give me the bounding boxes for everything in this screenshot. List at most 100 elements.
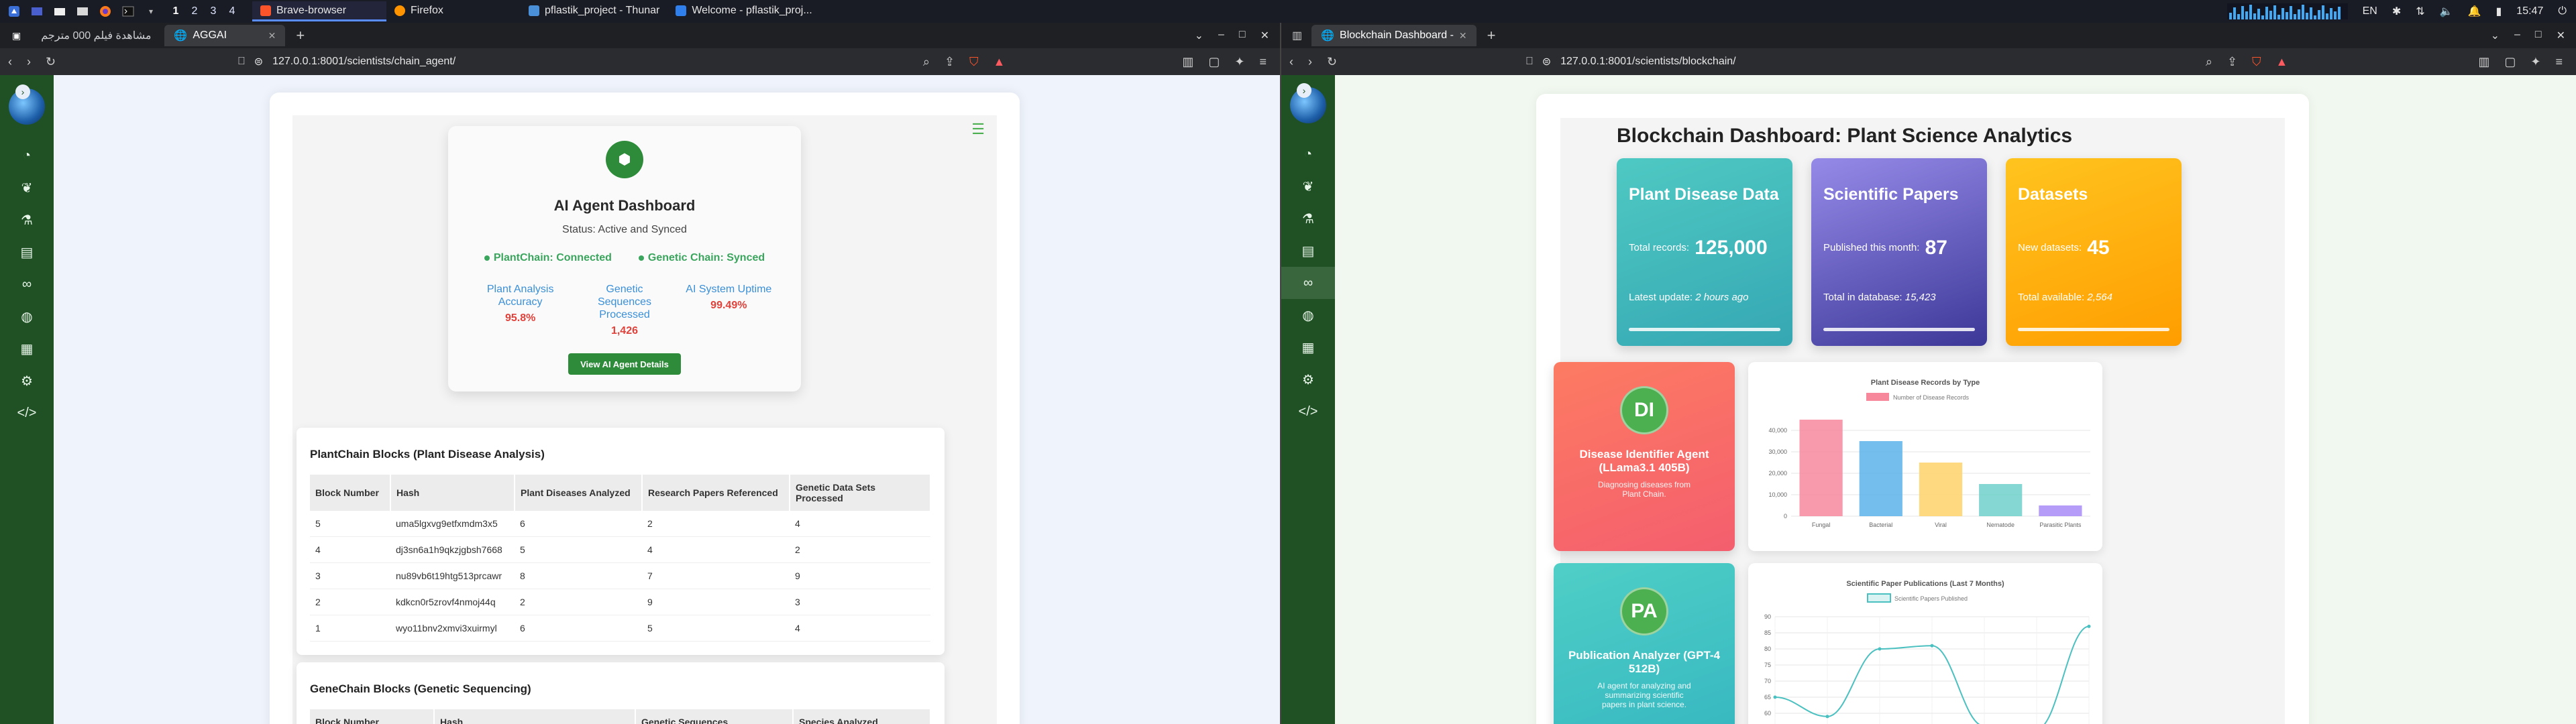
chevron-down-icon[interactable]: ▾ [142, 4, 160, 19]
sidebar-toggle-icon[interactable]: ▥ [2478, 55, 2489, 69]
clock[interactable]: 15:47 [2516, 5, 2543, 17]
task-firefox[interactable]: Firefox [386, 1, 521, 21]
workspace-2[interactable]: 2 [185, 5, 204, 17]
cell: 5 [310, 511, 390, 537]
brave-shield-icon[interactable]: ⛉ [2252, 55, 2261, 69]
firefox-launcher-icon[interactable] [97, 4, 114, 19]
cell: 5 [642, 615, 790, 642]
files-icon[interactable] [74, 4, 91, 19]
zoom-icon[interactable]: ⌕ [2206, 55, 2212, 69]
language-indicator[interactable]: EN [2363, 5, 2377, 17]
agent-card-publication-analyzer[interactable]: PA Publication Analyzer (GPT-4 512B) AI … [1554, 563, 1735, 724]
bookmark-icon[interactable]: ⎕ [1526, 56, 1533, 68]
network-icon[interactable]: ⇅ [2416, 5, 2424, 18]
code-icon[interactable]: </> [1281, 396, 1335, 428]
book-icon[interactable]: ▤ [0, 236, 54, 268]
plant-icon[interactable]: ❦ [1281, 170, 1335, 202]
close-tab-icon[interactable]: ✕ [268, 30, 276, 42]
task-brave[interactable]: Brave-browser [252, 1, 386, 21]
plant-icon[interactable]: ❦ [0, 172, 54, 204]
y-tick-label: 85 [1764, 629, 1771, 636]
workspace-3[interactable]: 3 [204, 5, 223, 17]
share-icon[interactable]: ⇪ [2227, 55, 2237, 69]
sidebar-toggle-icon[interactable]: › [1297, 83, 1311, 98]
tab-blockchain[interactable]: 🌐 Blockchain Dashboard - ✕ [1311, 25, 1477, 46]
bluetooth-icon[interactable]: ✱ [2392, 5, 2401, 18]
book-icon[interactable]: ▤ [1281, 235, 1335, 267]
notification-bell-icon[interactable]: 🔔 [2468, 5, 2481, 18]
reload-icon[interactable]: ↻ [46, 55, 56, 69]
code-icon[interactable]: </> [0, 397, 54, 429]
link-icon[interactable]: ∞ [0, 268, 54, 300]
presentation-icon[interactable]: ▦ [0, 333, 54, 365]
close-icon[interactable]: ✕ [2557, 29, 2565, 42]
hamburger-menu-icon[interactable]: ☰ [971, 121, 985, 138]
agent-card-disease-identifier[interactable]: DI Disease Identifier Agent (LLama3.1 40… [1554, 362, 1735, 551]
sidebar-panel-icon[interactable]: ▥ [1287, 29, 1307, 42]
volume-icon[interactable]: 🔈 [2440, 5, 2453, 18]
desktop-icon[interactable] [28, 4, 46, 19]
rewards-icon[interactable]: ▲ [994, 55, 1006, 69]
battery-icon[interactable]: ▮ [2496, 5, 2502, 18]
extensions-icon[interactable]: ✦ [1234, 55, 1244, 69]
file-manager-icon[interactable] [51, 4, 68, 19]
minimize-icon[interactable]: – [2514, 29, 2520, 42]
menu-icon[interactable]: ≡ [1259, 55, 1267, 69]
back-icon[interactable]: ‹ [8, 55, 12, 69]
reload-icon[interactable]: ↻ [1327, 55, 1337, 69]
new-tab-button[interactable]: + [289, 27, 311, 44]
forward-icon[interactable]: › [27, 55, 31, 69]
bookmark-icon[interactable]: ⎕ [238, 56, 245, 68]
tab-aggai[interactable]: 🌐 AGGAI ✕ [164, 25, 286, 46]
power-icon[interactable]: ⏻ [2558, 5, 2567, 17]
gear-icon[interactable]: ⚙ [0, 365, 54, 397]
task-vscode[interactable]: Welcome - pflastik_proj... [667, 1, 820, 21]
close-icon[interactable]: ✕ [1260, 29, 1269, 42]
zoom-icon[interactable]: ⌕ [923, 55, 930, 69]
bar [2039, 505, 2082, 516]
wallet-icon[interactable]: ▢ [1208, 55, 1220, 69]
workspace-4[interactable]: 4 [223, 5, 241, 17]
flask-icon[interactable]: ⚗ [0, 204, 54, 236]
seed-icon[interactable]: ◍ [0, 300, 54, 333]
address-bar[interactable]: ⎕ ⊜ 127.0.0.1:8001/scientists/blockchain… [1526, 55, 2191, 68]
bar [1799, 420, 1843, 516]
maximize-icon[interactable]: □ [1239, 29, 1246, 42]
site-info-icon[interactable]: ⊜ [1542, 55, 1551, 68]
brave-shield-icon[interactable]: ⛉ [969, 55, 979, 69]
extensions-icon[interactable]: ✦ [2530, 55, 2540, 69]
sidebar-toggle-icon[interactable]: › [15, 84, 30, 99]
link-icon[interactable]: ∞ [1281, 267, 1335, 299]
terminal-icon[interactable] [119, 4, 137, 19]
dashboard-icon[interactable]: ◔ [1281, 138, 1335, 170]
workspace-1[interactable]: 1 [166, 5, 185, 17]
share-icon[interactable]: ⇪ [945, 55, 955, 69]
close-tab-icon[interactable]: ✕ [1459, 30, 1467, 42]
presentation-icon[interactable]: ▦ [1281, 331, 1335, 363]
browser-menu-icon[interactable]: ▣ [5, 30, 28, 42]
app-menu-icon[interactable] [5, 4, 23, 19]
maximize-icon[interactable]: □ [2535, 29, 2542, 42]
seed-icon[interactable]: ◍ [1281, 299, 1335, 331]
view-agent-details-button[interactable]: View AI Agent Details [568, 353, 681, 375]
menu-icon[interactable]: ≡ [2555, 55, 2563, 69]
forward-icon[interactable]: › [1308, 55, 1312, 69]
site-info-icon[interactable]: ⊜ [254, 55, 263, 68]
back-icon[interactable]: ‹ [1289, 55, 1293, 69]
address-bar[interactable]: ⎕ ⊜ 127.0.0.1:8001/scientists/chain_agen… [238, 55, 908, 68]
agent-status: Status: Active and Synced [562, 224, 687, 235]
dashboard-icon[interactable]: ◔ [0, 139, 54, 172]
chevron-down-icon[interactable]: ⌄ [1195, 29, 1203, 42]
rewards-icon[interactable]: ▲ [2276, 55, 2288, 69]
task-thunar[interactable]: pflastik_project - Thunar [521, 1, 667, 21]
gear-icon[interactable]: ⚙ [1281, 363, 1335, 396]
plantchain-status: PlantChain: Connected [484, 252, 612, 264]
minimize-icon[interactable]: – [1218, 29, 1224, 42]
cell: 4 [790, 511, 930, 537]
tab-movie[interactable]: مشاهدة فيلم 000 مترجم [32, 25, 160, 46]
wallet-icon[interactable]: ▢ [2504, 55, 2516, 69]
sidebar-toggle-icon[interactable]: ▥ [1182, 55, 1193, 69]
chevron-down-icon[interactable]: ⌄ [2491, 29, 2500, 42]
flask-icon[interactable]: ⚗ [1281, 202, 1335, 235]
new-tab-button[interactable]: + [1481, 27, 1503, 44]
